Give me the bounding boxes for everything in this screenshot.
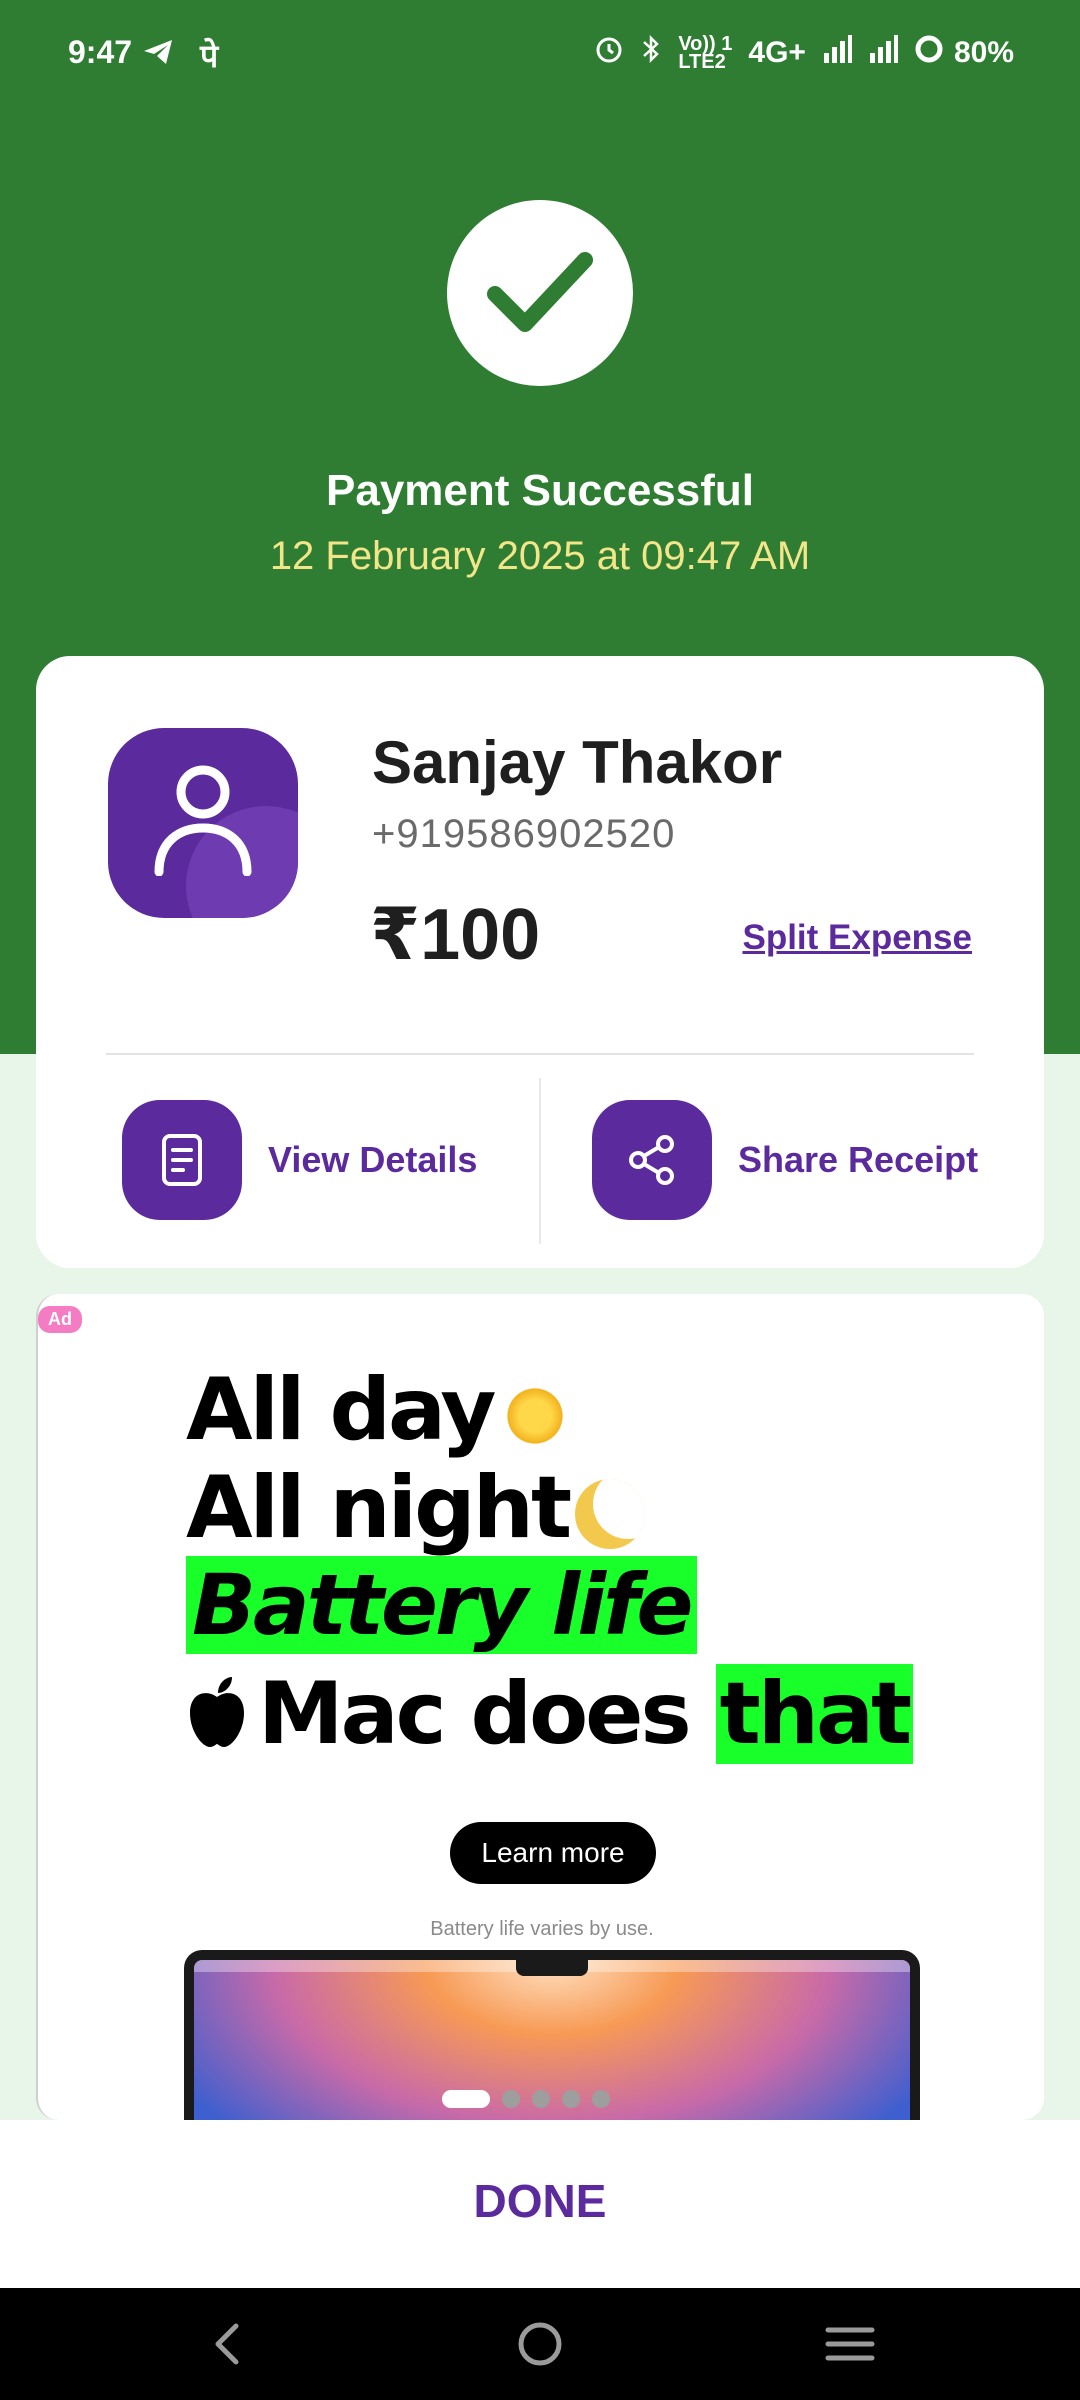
system-nav-bar [0, 2288, 1080, 2400]
view-details-label: View Details [268, 1139, 478, 1180]
signal-icon-1 [822, 35, 852, 71]
ad-banner[interactable]: Ad All day All night Battery life Mac do… [36, 1294, 1044, 2120]
status-time: 9:47 [68, 34, 133, 70]
recipient-phone: +919586902520 [372, 812, 676, 856]
carousel-dot[interactable] [532, 2090, 550, 2108]
share-receipt-label: Share Receipt [738, 1139, 979, 1180]
carousel-dot[interactable] [592, 2090, 610, 2108]
split-expense-link[interactable]: Split Expense [742, 918, 972, 958]
alarm-icon [594, 34, 624, 72]
share-icon [592, 1100, 712, 1220]
payment-status-title: Payment Successful [326, 466, 754, 515]
learn-more-button[interactable]: Learn more [450, 1822, 656, 1884]
battery-icon [914, 34, 944, 72]
carousel-indicator [442, 2090, 610, 2108]
ad-headline-3: Battery life [186, 1556, 697, 1654]
payment-success-screen: 9:47 पे Vo)) 1 LTE2 4G+ 80% Payment Succ… [0, 0, 1080, 2400]
carousel-dot[interactable] [442, 2090, 490, 2108]
person-icon [154, 765, 252, 876]
apple-logo-icon [186, 1670, 248, 1770]
recipient-card: Sanjay Thakor +919586902520 ₹100 Split E… [36, 656, 1044, 1268]
payment-amount: ₹100 [370, 895, 541, 975]
payment-date: 12 February 2025 at 09:47 AM [269, 534, 811, 578]
bluetooth-icon [640, 34, 662, 72]
card-divider [106, 1053, 974, 1055]
recents-menu-icon[interactable] [818, 2316, 882, 2372]
contact-avatar [108, 728, 298, 918]
carousel-dot[interactable] [502, 2090, 520, 2108]
pe-icon: पे [200, 38, 219, 74]
ad-headline-2: All night [186, 1458, 646, 1558]
moon-icon [575, 1478, 646, 1549]
actions-divider [539, 1078, 541, 1244]
done-bar: DONE [0, 2120, 1080, 2288]
sun-icon [503, 1383, 568, 1448]
battery-percent: 80% [953, 36, 1014, 69]
recipient-name: Sanjay Thakor [372, 729, 783, 796]
ad-badge: Ad [38, 1306, 82, 1333]
document-icon [122, 1100, 242, 1220]
volte-indicator: Vo)) 1 LTE2 [678, 33, 733, 73]
back-icon[interactable] [196, 2316, 260, 2372]
view-details-button[interactable]: View Details [122, 1100, 477, 1220]
share-receipt-button[interactable]: Share Receipt [592, 1100, 978, 1220]
signal-icon-2 [868, 35, 898, 71]
ad-disclaimer: Battery life varies by use. [430, 1918, 654, 1940]
carousel-dot[interactable] [562, 2090, 580, 2108]
home-icon[interactable] [508, 2316, 572, 2372]
ad-headline-1: All day [186, 1360, 568, 1460]
done-button[interactable]: DONE [0, 2174, 1080, 2228]
success-check-icon [447, 200, 633, 386]
ad-headline-4: Mac does that [186, 1664, 914, 1770]
telegram-icon [142, 37, 174, 74]
network-type: 4G+ [748, 36, 806, 69]
status-bar: 9:47 पे Vo)) 1 LTE2 4G+ 80% [0, 0, 1080, 112]
